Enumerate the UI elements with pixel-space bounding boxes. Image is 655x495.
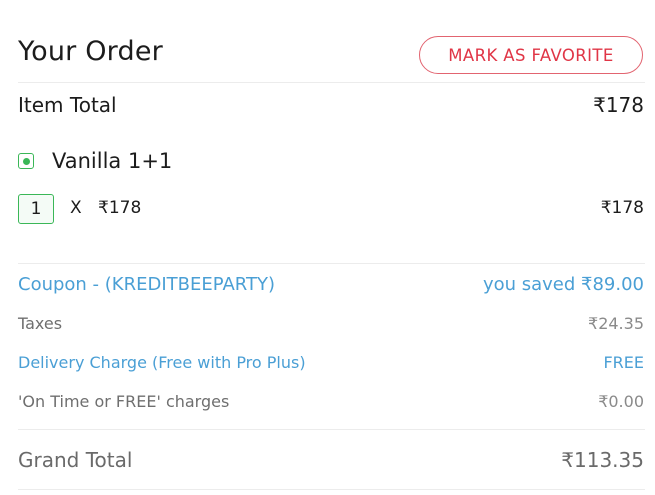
veg-indicator-icon bbox=[18, 153, 34, 169]
multiply-sign: X bbox=[70, 198, 82, 218]
item-name: Vanilla 1+1 bbox=[52, 149, 173, 173]
on-time-charges-value: ₹0.00 bbox=[598, 392, 644, 411]
delivery-charge-value: FREE bbox=[603, 353, 644, 372]
grand-total-value: ₹113.35 bbox=[561, 448, 644, 472]
divider bbox=[18, 82, 645, 83]
item-total-value: ₹178 bbox=[593, 93, 644, 117]
coupon-savings: you saved ₹89.00 bbox=[482, 274, 644, 295]
mark-as-favorite-button[interactable]: MARK AS FAVORITE bbox=[419, 36, 643, 74]
divider bbox=[18, 429, 645, 430]
on-time-charges-label: 'On Time or FREE' charges bbox=[18, 392, 230, 411]
item-total-label: Item Total bbox=[18, 93, 117, 117]
unit-price: ₹178 bbox=[98, 198, 142, 218]
page-title: Your Order bbox=[18, 36, 163, 67]
divider bbox=[18, 263, 645, 264]
delivery-charge-label[interactable]: Delivery Charge (Free with Pro Plus) bbox=[18, 353, 306, 372]
taxes-label: Taxes bbox=[18, 314, 63, 333]
line-price: ₹178 bbox=[600, 198, 644, 218]
grand-total-label: Grand Total bbox=[18, 448, 133, 472]
coupon-label[interactable]: Coupon - (KREDITBEEPARTY) bbox=[18, 274, 275, 295]
taxes-value: ₹24.35 bbox=[588, 314, 644, 333]
divider bbox=[18, 489, 645, 490]
quantity-box: 1 bbox=[18, 194, 54, 224]
